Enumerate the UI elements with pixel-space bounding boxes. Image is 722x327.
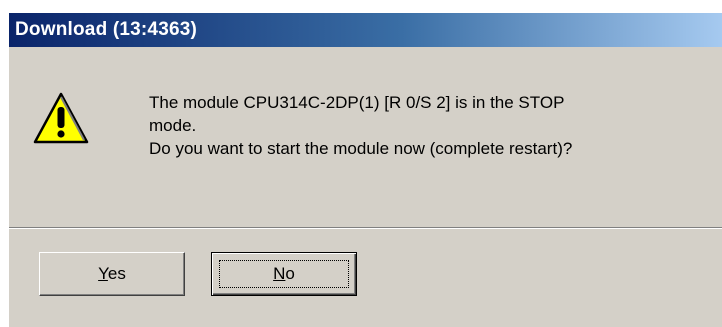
yes-mnemonic: Y [98,264,108,283]
no-mnemonic: N [273,264,286,283]
no-button[interactable]: No [211,252,357,296]
window-title: Download (13:4363) [15,19,198,40]
separator [9,227,722,229]
yes-label-rest: es [107,264,126,283]
no-label-rest: o [285,264,295,283]
message-line-1: The module CPU314C-2DP(1) [R 0/S 2] is i… [149,93,565,112]
yes-button[interactable]: Yes [39,252,185,296]
warning-icon [33,92,89,144]
download-dialog: Download (13:4363) The module CPU314C-2D… [8,12,722,327]
no-button-label: No [273,264,295,284]
title-bar[interactable]: Download (13:4363) [9,13,722,47]
yes-button-label: Yes [98,264,126,284]
message-line-3: Do you want to start the module now (com… [149,139,573,158]
message-text: The module CPU314C-2DP(1) [R 0/S 2] is i… [149,91,709,160]
message-line-2: mode. [149,116,197,135]
